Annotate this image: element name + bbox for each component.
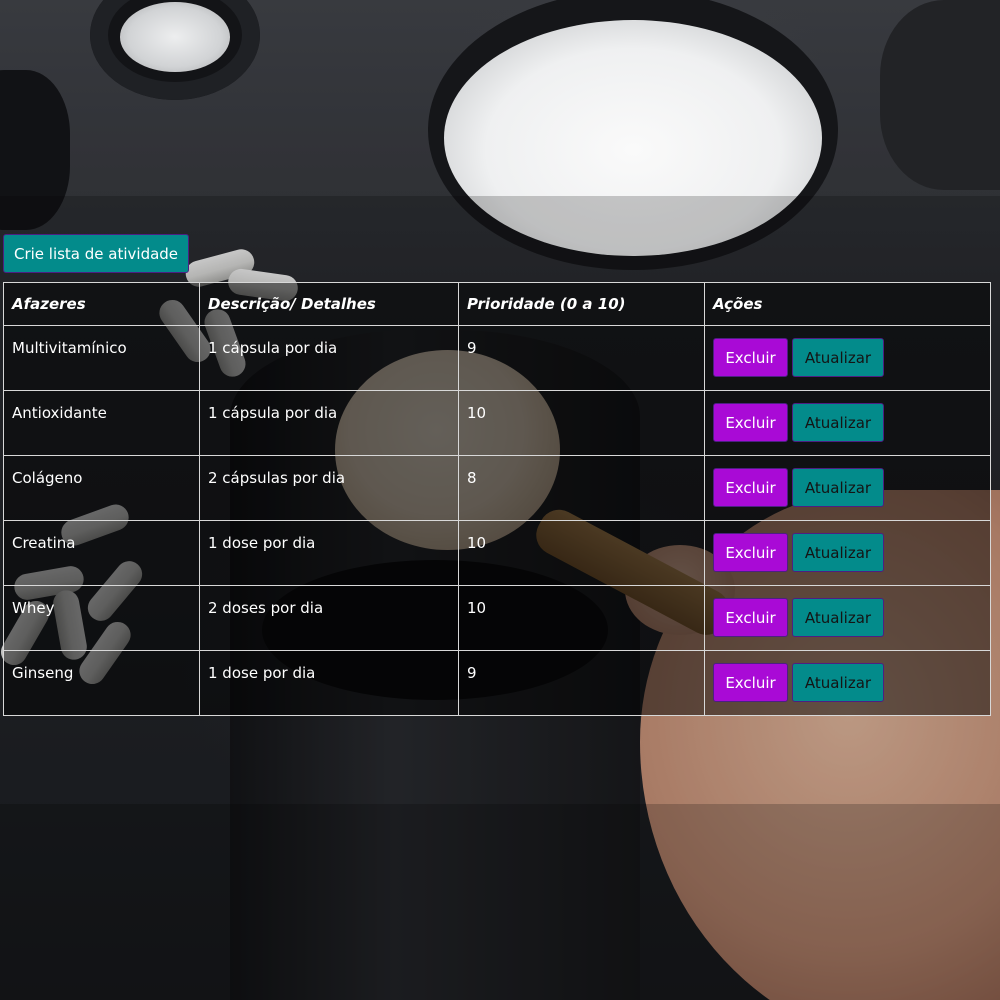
task-description: 1 cápsula por dia	[199, 390, 459, 456]
delete-button[interactable]: Excluir	[713, 403, 788, 442]
task-description: 2 doses por dia	[199, 585, 459, 651]
task-name: Ginseng	[3, 650, 200, 716]
update-button[interactable]: Atualizar	[792, 468, 884, 507]
task-priority: 8	[458, 455, 705, 521]
delete-button[interactable]: Excluir	[713, 338, 788, 377]
task-priority: 10	[458, 520, 705, 586]
task-name: Multivitamínico	[3, 325, 200, 391]
delete-button[interactable]: Excluir	[713, 533, 788, 572]
task-name: Colágeno	[3, 455, 200, 521]
header-priority: Prioridade (0 a 10)	[458, 282, 705, 326]
header-description: Descrição/ Detalhes	[199, 282, 459, 326]
update-button[interactable]: Atualizar	[792, 403, 884, 442]
delete-button[interactable]: Excluir	[713, 598, 788, 637]
task-description: 1 dose por dia	[199, 650, 459, 716]
table-row: Colágeno 2 cápsulas por dia 8 Excluir Atu…	[3, 455, 991, 521]
header-actions: Ações	[704, 282, 991, 326]
task-actions: Excluir Atualizar	[704, 585, 991, 651]
task-description: 1 cápsula por dia	[199, 325, 459, 391]
task-actions: Excluir Atualizar	[704, 325, 991, 391]
task-actions: Excluir Atualizar	[704, 650, 991, 716]
task-priority: 10	[458, 390, 705, 456]
task-description: 2 cápsulas por dia	[199, 455, 459, 521]
table-row: Multivitamínico 1 cápsula por dia 9 Excl…	[3, 325, 991, 391]
tasks-table: Afazeres Descrição/ Detalhes Prioridade …	[3, 282, 991, 716]
delete-button[interactable]: Excluir	[713, 468, 788, 507]
task-actions: Excluir Atualizar	[704, 390, 991, 456]
update-button[interactable]: Atualizar	[792, 338, 884, 377]
table-header-row: Afazeres Descrição/ Detalhes Prioridade …	[3, 282, 991, 326]
update-button[interactable]: Atualizar	[792, 598, 884, 637]
task-name: Whey	[3, 585, 200, 651]
task-actions: Excluir Atualizar	[704, 520, 991, 586]
table-row: Ginseng 1 dose por dia 9 Excluir Atualiza…	[3, 650, 991, 716]
table-row: Creatina 1 dose por dia 10 Excluir Atuali…	[3, 520, 991, 586]
task-name: Antioxidante	[3, 390, 200, 456]
task-priority: 9	[458, 650, 705, 716]
create-activity-list-button[interactable]: Crie lista de atividade	[3, 234, 189, 273]
update-button[interactable]: Atualizar	[792, 663, 884, 702]
table-row: Whey 2 doses por dia 10 Excluir Atualizar	[3, 585, 991, 651]
task-name: Creatina	[3, 520, 200, 586]
task-priority: 9	[458, 325, 705, 391]
task-priority: 10	[458, 585, 705, 651]
task-description: 1 dose por dia	[199, 520, 459, 586]
update-button[interactable]: Atualizar	[792, 533, 884, 572]
task-actions: Excluir Atualizar	[704, 455, 991, 521]
delete-button[interactable]: Excluir	[713, 663, 788, 702]
header-task: Afazeres	[3, 282, 200, 326]
table-row: Antioxidante 1 cápsula por dia 10 Exclui…	[3, 390, 991, 456]
